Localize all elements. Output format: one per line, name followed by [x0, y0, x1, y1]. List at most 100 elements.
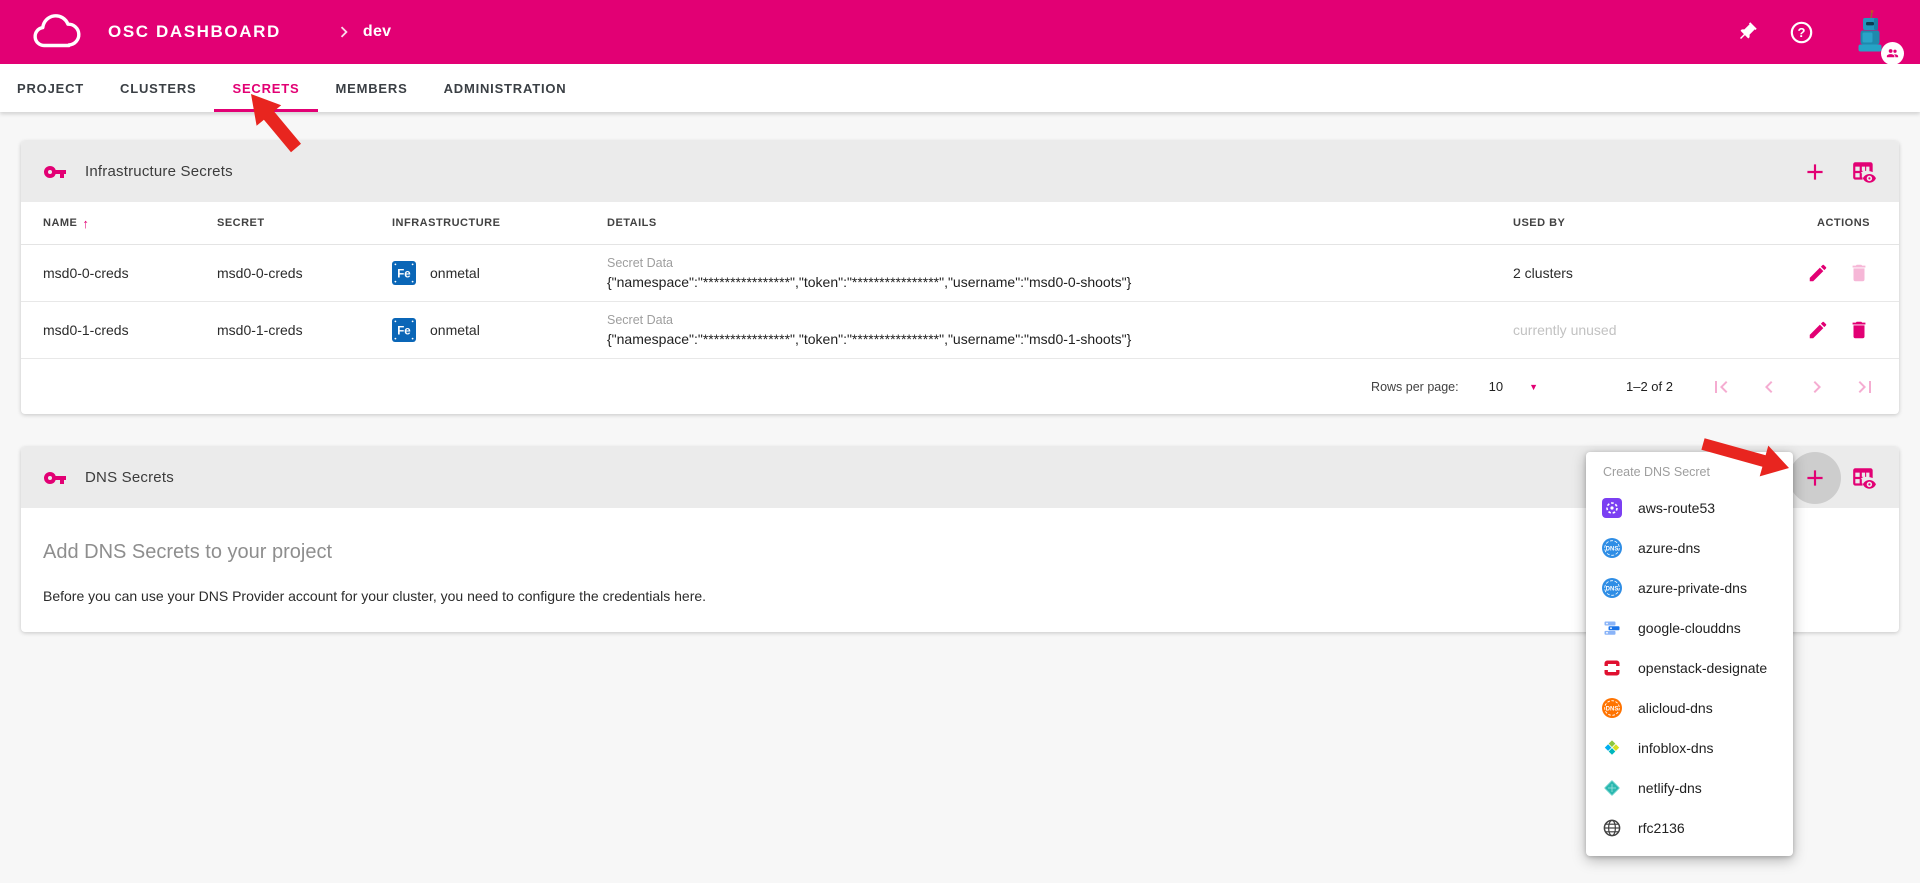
table-row: msd0-1-creds msd0-1-creds Fe onmetal Sec…	[21, 302, 1899, 359]
menu-item-label: azure-dns	[1638, 540, 1700, 556]
column-header-secret[interactable]: SECRET	[217, 217, 392, 229]
pin-icon[interactable]	[1734, 19, 1760, 45]
row-actions	[1773, 262, 1870, 284]
svg-text:Fe: Fe	[397, 325, 410, 337]
menu-item-netlify-dns[interactable]: netlify-dns	[1586, 768, 1793, 808]
tab-members[interactable]: MEMBERS	[318, 64, 426, 112]
onmetal-infrastructure-icon: Fe	[392, 318, 416, 342]
breadcrumb-project[interactable]: dev	[363, 23, 391, 41]
menu-item-google-clouddns[interactable]: google-clouddns	[1586, 608, 1793, 648]
tab-secrets[interactable]: SECRETS	[214, 64, 317, 112]
row-actions	[1773, 319, 1870, 341]
azure-dns-icon: DNS	[1602, 538, 1622, 558]
cloud-logo-icon	[28, 11, 84, 53]
used-by: currently unused	[1513, 322, 1773, 338]
menu-item-label: openstack-designate	[1638, 660, 1767, 676]
details-label: Secret Data	[607, 311, 1513, 329]
create-dns-secret-menu: Create DNS Secret aws-route53 DNS azure-…	[1586, 452, 1793, 856]
netlify-dns-icon	[1602, 778, 1622, 798]
secret-ref: msd0-0-creds	[217, 265, 392, 281]
secret-ref: msd0-1-creds	[217, 322, 392, 338]
menu-item-aws-route53[interactable]: aws-route53	[1586, 488, 1793, 528]
project-tabbar: PROJECT CLUSTERS SECRETS MEMBERS ADMINIS…	[0, 64, 1920, 112]
menu-item-azure-private-dns[interactable]: DNS azure-private-dns	[1586, 568, 1793, 608]
svg-text:DNS: DNS	[1606, 546, 1619, 552]
secret-data-json: {"namespace":"****************","token":…	[607, 329, 1513, 350]
pager-controls	[1709, 375, 1877, 399]
svg-text:DNS: DNS	[1606, 706, 1619, 712]
edit-secret-button[interactable]	[1807, 319, 1829, 341]
used-by: 2 clusters	[1513, 265, 1773, 281]
menu-item-infoblox-dns[interactable]: infoblox-dns	[1586, 728, 1793, 768]
breadcrumb-chevron-icon	[333, 21, 355, 43]
column-label: NAME	[43, 217, 77, 229]
infrastructure-cell: Fe onmetal	[392, 261, 607, 285]
table-pagination: Rows per page: 10 ▼ 1–2 of 2	[21, 359, 1899, 414]
pagination-range: 1–2 of 2	[1626, 379, 1673, 394]
previous-page-button[interactable]	[1757, 375, 1781, 399]
menu-item-rfc2136[interactable]: rfc2136	[1586, 808, 1793, 848]
infrastructure-name: onmetal	[430, 265, 480, 281]
header-actions	[1802, 159, 1877, 185]
table-columns-eye-icon[interactable]	[1851, 159, 1877, 185]
menu-item-alicloud-dns[interactable]: DNS alicloud-dns	[1586, 688, 1793, 728]
onmetal-infrastructure-icon: Fe	[392, 261, 416, 285]
tab-project[interactable]: PROJECT	[0, 64, 102, 112]
menu-item-label: netlify-dns	[1638, 780, 1702, 796]
menu-item-label: rfc2136	[1638, 820, 1685, 836]
rows-per-page-select[interactable]: 10	[1489, 379, 1503, 394]
google-clouddns-icon	[1602, 618, 1622, 638]
sort-ascending-icon: ↑	[82, 216, 89, 231]
column-header-actions: ACTIONS	[1773, 217, 1870, 229]
table-row: msd0-0-creds msd0-0-creds Fe onmetal Sec…	[21, 245, 1899, 302]
add-dns-secret-button[interactable]	[1789, 452, 1841, 504]
column-header-name[interactable]: NAME ↑	[43, 216, 217, 231]
infrastructure-name: onmetal	[430, 322, 480, 338]
avatar[interactable]	[1848, 9, 1900, 63]
last-page-button[interactable]	[1853, 375, 1877, 399]
infrastructure-secrets-header: Infrastructure Secrets	[21, 141, 1899, 202]
table-header-row: NAME ↑ SECRET INFRASTRUCTURE DETAILS USE…	[21, 202, 1899, 245]
column-header-infrastructure[interactable]: INFRASTRUCTURE	[392, 217, 607, 229]
menu-item-label: aws-route53	[1638, 500, 1715, 516]
rows-per-page-label: Rows per page:	[1371, 380, 1459, 394]
rfc2136-globe-icon	[1602, 818, 1622, 838]
delete-secret-button[interactable]	[1848, 319, 1870, 341]
delete-secret-button[interactable]	[1848, 262, 1870, 284]
aws-route53-icon	[1602, 498, 1622, 518]
details-cell: Secret Data {"namespace":"**************…	[607, 254, 1513, 293]
menu-item-azure-dns[interactable]: DNS azure-dns	[1586, 528, 1793, 568]
add-infrastructure-secret-button[interactable]	[1802, 159, 1828, 185]
svg-text:?: ?	[1797, 24, 1805, 39]
next-page-button[interactable]	[1805, 375, 1829, 399]
details-label: Secret Data	[607, 254, 1513, 272]
column-header-used-by: USED BY	[1513, 217, 1773, 229]
menu-title: Create DNS Secret	[1586, 465, 1793, 488]
app-bar: OSC DASHBOARD dev ?	[0, 0, 1920, 64]
infrastructure-secrets-card: Infrastructure Secrets NAME ↑ SE	[21, 141, 1899, 414]
menu-item-label: infoblox-dns	[1638, 740, 1714, 756]
menu-item-label: alicloud-dns	[1638, 700, 1713, 716]
first-page-button[interactable]	[1709, 375, 1733, 399]
secret-data-json: {"namespace":"****************","token":…	[607, 272, 1513, 293]
dropdown-caret-icon[interactable]: ▼	[1529, 382, 1538, 392]
svg-text:DNS: DNS	[1606, 586, 1619, 592]
table-columns-eye-icon[interactable]	[1851, 465, 1877, 491]
secret-name: msd0-0-creds	[43, 265, 217, 281]
menu-item-openstack-designate[interactable]: openstack-designate	[1586, 648, 1793, 688]
column-header-details: DETAILS	[607, 217, 1513, 229]
account-group-badge-icon	[1881, 42, 1904, 65]
azure-private-dns-icon: DNS	[1602, 578, 1622, 598]
app-title: OSC DASHBOARD	[108, 22, 281, 42]
infrastructure-cell: Fe onmetal	[392, 318, 607, 342]
menu-item-label: google-clouddns	[1638, 620, 1741, 636]
help-icon[interactable]: ?	[1788, 19, 1814, 45]
details-cell: Secret Data {"namespace":"**************…	[607, 311, 1513, 350]
section-title: DNS Secrets	[85, 469, 174, 486]
alicloud-dns-icon: DNS	[1602, 698, 1622, 718]
tab-clusters[interactable]: CLUSTERS	[102, 64, 214, 112]
tab-administration[interactable]: ADMINISTRATION	[426, 64, 585, 112]
edit-secret-button[interactable]	[1807, 262, 1829, 284]
key-icon	[43, 160, 67, 184]
openstack-designate-icon	[1602, 658, 1622, 678]
